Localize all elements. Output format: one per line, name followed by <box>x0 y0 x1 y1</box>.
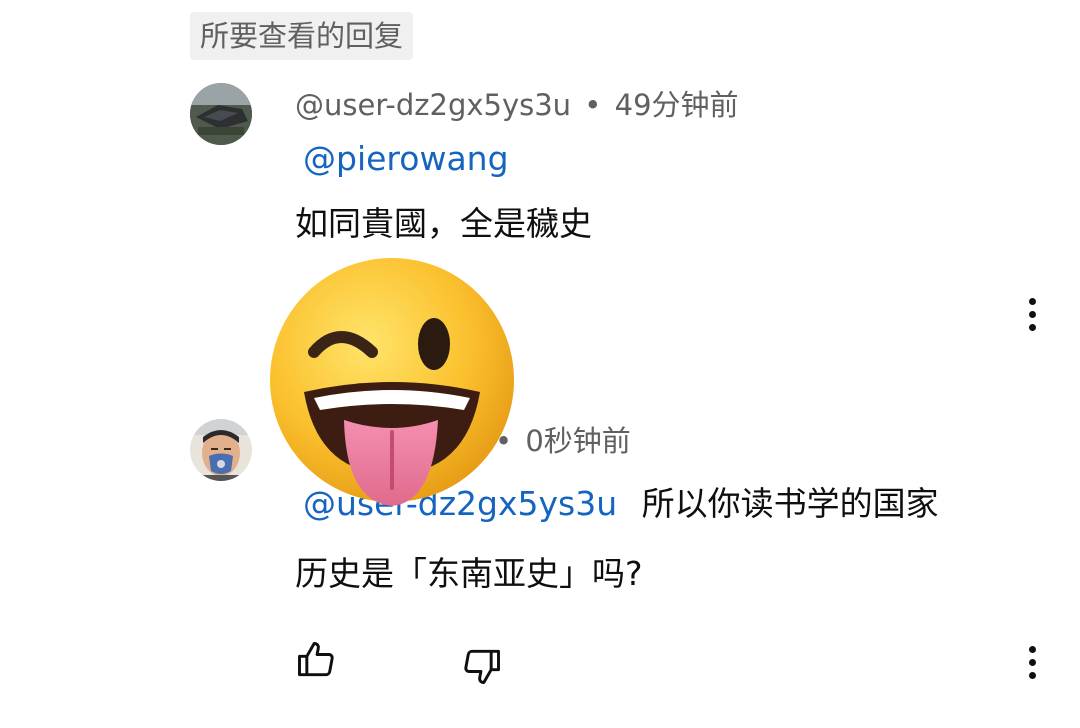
comment-text-line-2: 历史是「东南亚史」吗? <box>295 554 643 593</box>
replies-filter-chip[interactable]: 所要查看的回复 <box>190 12 414 60</box>
winking-tongue-emoji <box>270 258 514 506</box>
mention-link[interactable]: @pierowang <box>303 139 509 178</box>
meta-separator: • <box>584 88 602 122</box>
replies-filter-label: 所要查看的回复 <box>200 19 404 53</box>
more-options-button[interactable] <box>1016 638 1048 686</box>
dislike-button[interactable] <box>460 644 504 688</box>
comment-time: 0秒钟前 <box>525 424 631 458</box>
more-options-button[interactable] <box>1016 290 1048 338</box>
comment-time: 49分钟前 <box>614 88 739 122</box>
like-button[interactable] <box>294 638 338 682</box>
comment-text: 如同貴國，全是穢史 <box>295 204 592 243</box>
avatar[interactable] <box>190 83 252 145</box>
avatar[interactable] <box>190 419 252 481</box>
replies-screen: 所要查看的回复 @user-dz2gx5ys3u • 49分钟前 @pierow… <box>0 0 1080 728</box>
comment-text: 所以你读书学的国家 <box>641 484 939 523</box>
comment-meta: @user-dz2gx5ys3u • 49分钟前 <box>295 82 739 124</box>
thumbs-up-icon <box>298 642 334 677</box>
more-vert-icon <box>1028 645 1036 653</box>
comment-mention-line: @pierowang <box>295 125 509 193</box>
more-vert-icon <box>1028 297 1036 305</box>
comment-author[interactable]: @user-dz2gx5ys3u <box>295 88 571 122</box>
thumbs-down-icon <box>464 649 500 684</box>
